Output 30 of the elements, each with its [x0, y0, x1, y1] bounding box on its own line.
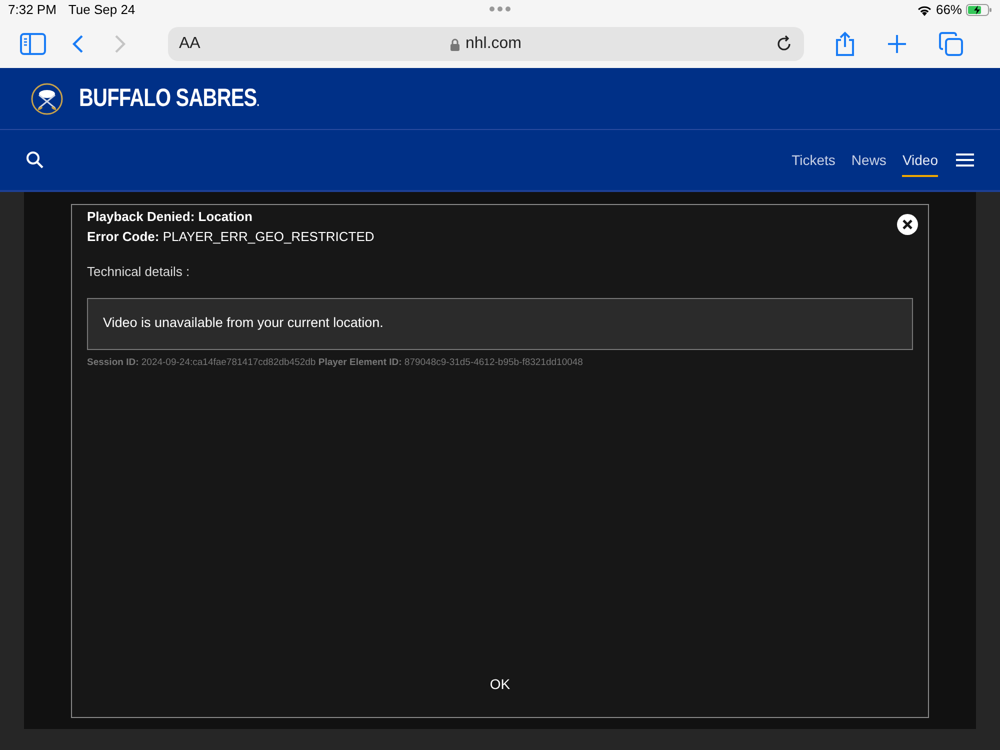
search-icon[interactable]: [26, 151, 44, 169]
address-bar[interactable]: AA nhl.com: [168, 27, 804, 61]
status-time: 7:32 PM: [8, 1, 56, 20]
reload-icon[interactable]: [775, 35, 793, 53]
session-info: Session ID: 2024-09-24:ca14fae781417cd82db452db Player Element ID: 879048c9-31d5-4612-b95b-f8321dd10048: [87, 356, 584, 370]
close-icon[interactable]: [897, 214, 918, 235]
nav-tab[interactable]: Video: [902, 144, 938, 176]
menu-icon[interactable]: [956, 153, 974, 167]
tabs-icon[interactable]: [939, 32, 963, 56]
nav-tab[interactable]: News: [851, 144, 886, 176]
nav-tab[interactable]: Tickets: [792, 144, 836, 176]
sidebar-icon[interactable]: [20, 33, 46, 55]
add-icon[interactable]: [887, 34, 907, 54]
technical-details-label: Technical details :: [87, 263, 191, 281]
wifi-icon: [916, 4, 932, 16]
team-logo: [31, 82, 63, 114]
ok-button[interactable]: OK: [486, 674, 514, 695]
error-code: Error Code: PLAYER_ERR_GEO_RESTRICTED: [87, 228, 376, 246]
back-icon[interactable]: [72, 34, 84, 54]
battery-percentage: 66%: [936, 1, 962, 20]
url-text: nhl.com: [465, 34, 522, 54]
brand-wordmark[interactable]: BUFFALO SABRES.: [79, 80, 260, 118]
lock-icon: [450, 38, 460, 50]
battery-charging-icon: [966, 4, 992, 16]
status-date: Tue Sep 24: [68, 1, 136, 20]
details-message: Video is unavailable from your current location.: [103, 314, 384, 332]
multitask-dots-icon[interactable]: [489, 6, 511, 12]
share-icon[interactable]: [835, 31, 855, 57]
text-size-button[interactable]: AA: [179, 32, 200, 56]
error-title: Playback Denied: Location: [87, 208, 254, 226]
